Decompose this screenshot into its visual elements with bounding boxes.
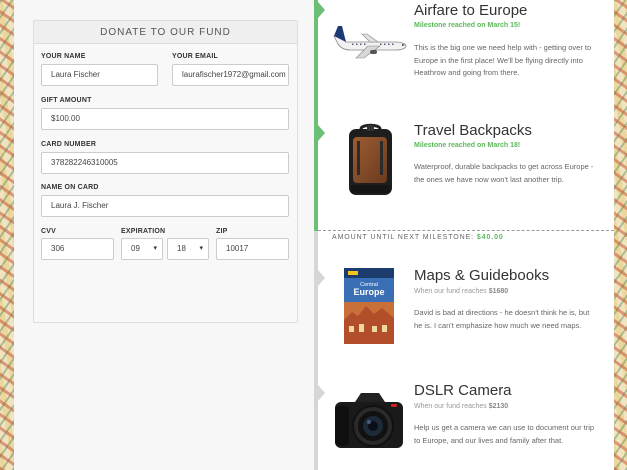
timeline-line-reached [314,0,318,231]
milestone-divider [318,230,614,231]
timeline-marker [318,125,325,141]
form-header: DONATE TO OUR FUND [34,21,297,44]
timeline-marker [318,2,325,18]
map-border-left [0,0,14,470]
amount-label: GIFT AMOUNT [41,97,92,104]
amount-field[interactable]: $100.00 [41,108,289,130]
item-title: Travel Backpacks [414,122,532,139]
exp-month-select[interactable]: 09 [121,238,163,260]
cvv-label: CVV [41,228,56,235]
timeline-marker [318,385,325,401]
name-label: YOUR NAME [41,53,86,60]
email-field[interactable]: laurafischer1972@gmail.com [172,64,289,86]
email-label: YOUR EMAIL [172,53,218,60]
item-title: Maps & Guidebooks [414,267,550,284]
item-description: David is bad at directions - he doesn't … [414,308,590,330]
item-description: Waterproof, durable backpacks to get acr… [414,162,594,184]
item-status: Milestone reached on March 18! [414,142,521,149]
item-description: Help us get a camera we can use to docum… [414,423,595,445]
map-border-right [614,0,627,470]
card-number-label: CARD NUMBER [41,141,97,148]
item-status-prefix: When our fund reaches [414,288,487,295]
expiration-label: EXPIRATION [121,228,166,235]
item-status: Milestone reached on March 15! [414,22,521,29]
next-milestone-value: $40.00 [476,234,504,241]
next-milestone-label: AMOUNT UNTIL NEXT MILESTONE: [332,234,475,241]
item-title: Airfare to Europe [414,2,528,19]
next-milestone-amount: AMOUNT UNTIL NEXT MILESTONE: $40.00 [332,234,504,241]
zip-field[interactable]: 10017 [216,238,289,260]
item-status: When our fund reaches $2130 [414,403,508,410]
name-field[interactable]: Laura Fischer [41,64,158,86]
card-number-field[interactable]: 378282246310005 [41,152,289,174]
item-status-amount: $2130 [488,403,509,410]
item-status: When our fund reaches $1680 [414,288,508,295]
airplane-icon [333,26,407,59]
exp-year-select[interactable]: 18 [167,238,209,260]
guidebook-cover-line2: Europe [353,287,384,297]
item-status-prefix: When our fund reaches [414,403,487,410]
backpack-icon [349,123,392,195]
camera-icon [335,393,403,448]
cvv-field[interactable]: 306 [41,238,114,260]
timeline-line-pending [314,231,318,470]
card-name-field[interactable]: Laura J. Fischer [41,195,289,217]
card-name-label: NAME ON CARD [41,184,99,191]
guidebook-icon: Central Europe [344,268,394,344]
item-title: DSLR Camera [414,382,512,399]
item-status-amount: $1680 [488,288,509,295]
item-description: This is the big one we need help with - … [414,43,592,77]
timeline-marker [318,270,325,286]
zip-label: ZIP [216,228,228,235]
